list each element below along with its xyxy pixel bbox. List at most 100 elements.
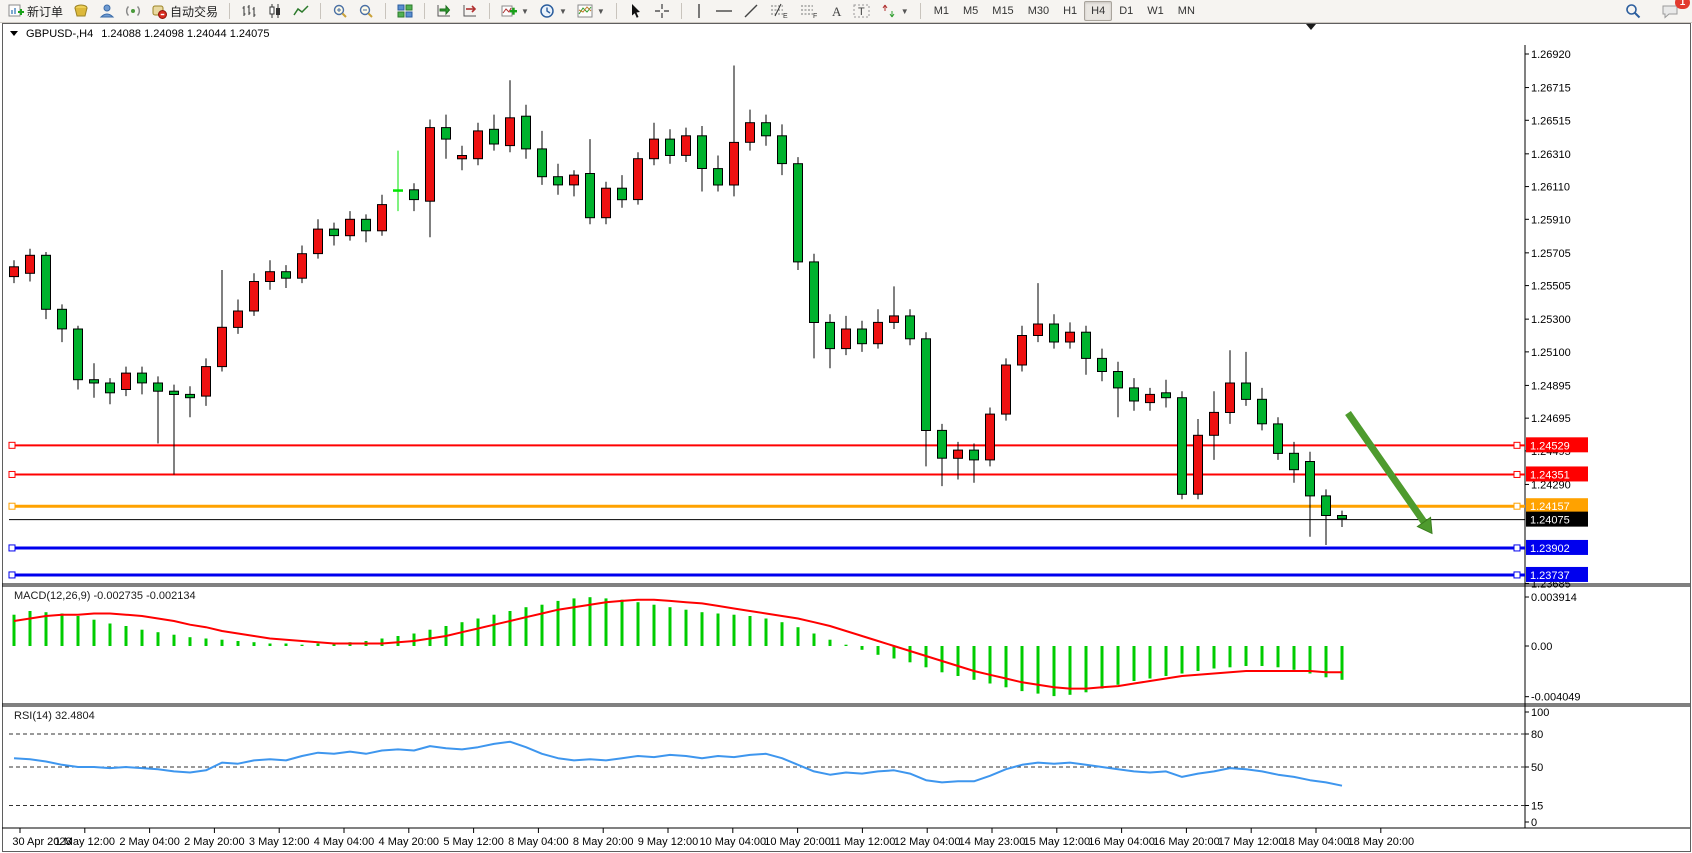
fibonacci-expansion-icon: F bbox=[799, 3, 819, 19]
line-handle[interactable] bbox=[9, 545, 15, 551]
horizontal-line-button[interactable] bbox=[710, 0, 738, 22]
toolbar-group-objects: E F A T ▼ bbox=[685, 0, 917, 22]
line-handle[interactable] bbox=[1514, 545, 1520, 551]
price-axis-label: 1.26920 bbox=[1531, 49, 1571, 61]
line-handle[interactable] bbox=[9, 471, 15, 477]
price-line-label: 1.23737 bbox=[1530, 570, 1570, 582]
timeframe-button-D1[interactable]: D1 bbox=[1112, 1, 1140, 21]
time-axis-label: 14 May 23:00 bbox=[959, 836, 1026, 848]
line-handle[interactable] bbox=[9, 503, 15, 509]
chart-shift-icon bbox=[462, 3, 478, 19]
svg-text:E: E bbox=[783, 13, 788, 19]
window-menu-arrow-icon[interactable] bbox=[10, 31, 18, 36]
tile-windows-button[interactable] bbox=[392, 0, 418, 22]
zoom-in-button[interactable] bbox=[327, 0, 353, 22]
indicators-button[interactable]: ▼ bbox=[496, 0, 534, 22]
indicators-icon bbox=[501, 3, 517, 19]
timeframe-group: M1M5M15M30H1H4D1W1MN bbox=[924, 0, 1205, 22]
timeframe-button-H1[interactable]: H1 bbox=[1056, 1, 1084, 21]
price-axis-label: 1.25300 bbox=[1531, 314, 1571, 326]
macd-signal-line bbox=[14, 600, 1342, 689]
chart-shift-button[interactable] bbox=[457, 0, 483, 22]
time-axis-label: 4 May 20:00 bbox=[379, 836, 440, 848]
time-axis-label: 16 May 20:00 bbox=[1153, 836, 1220, 848]
horizontal-line-icon bbox=[715, 3, 733, 19]
fibonacci-expansion-button[interactable]: F bbox=[794, 0, 824, 22]
time-axis-label: 9 May 12:00 bbox=[638, 836, 699, 848]
toolbar-separator bbox=[320, 3, 321, 19]
profile-button[interactable] bbox=[94, 0, 120, 22]
timeframe-button-W1[interactable]: W1 bbox=[1140, 1, 1171, 21]
text-icon: A bbox=[829, 3, 843, 19]
macd-indicator-label: MACD(12,26,9) -0.002735 -0.002134 bbox=[14, 590, 196, 602]
fibonacci-button[interactable]: E bbox=[764, 0, 794, 22]
templates-button[interactable]: ▼ bbox=[572, 0, 610, 22]
crosshair-button[interactable] bbox=[649, 0, 675, 22]
chart-plot[interactable]: 1.269201.267151.265151.263101.261101.259… bbox=[0, 45, 1692, 853]
notification-badge: 1 bbox=[1675, 0, 1690, 9]
line-chart-icon bbox=[293, 3, 309, 19]
trendline-button[interactable] bbox=[738, 0, 764, 22]
mt4-terminal: { "toolbar": { "new_order_label": "新订单",… bbox=[0, 0, 1692, 853]
signal-button[interactable] bbox=[120, 0, 146, 22]
auto-scroll-icon bbox=[436, 3, 452, 19]
svg-text:A: A bbox=[832, 4, 842, 19]
periods-icon bbox=[539, 3, 555, 19]
time-axis-label: 11 May 12:00 bbox=[829, 836, 895, 848]
chart-shift-marker[interactable] bbox=[1306, 24, 1316, 30]
line-handle[interactable] bbox=[1514, 471, 1520, 477]
timeframe-button-M15[interactable]: M15 bbox=[985, 1, 1020, 21]
price-axis-label: 1.26515 bbox=[1531, 115, 1571, 127]
line-handle[interactable] bbox=[1514, 442, 1520, 448]
arrange-objects-button[interactable]: ▼ bbox=[876, 0, 914, 22]
price-axis-label: 1.24695 bbox=[1531, 413, 1571, 425]
price-line-label: 1.24351 bbox=[1530, 469, 1570, 481]
line-handle[interactable] bbox=[1514, 572, 1520, 578]
line-handle[interactable] bbox=[9, 442, 15, 448]
candlestick-series bbox=[10, 66, 1347, 546]
time-axis-label: 4 May 04:00 bbox=[314, 836, 375, 848]
text-button[interactable]: A bbox=[824, 0, 848, 22]
search-button[interactable] bbox=[1620, 0, 1646, 22]
timeframe-button-H4[interactable]: H4 bbox=[1084, 1, 1112, 21]
timeframe-button-MN[interactable]: MN bbox=[1171, 1, 1202, 21]
time-axis-label: 2 May 20:00 bbox=[184, 836, 245, 848]
line-handle[interactable] bbox=[9, 572, 15, 578]
auto-trading-icon bbox=[151, 3, 167, 19]
line-handle[interactable] bbox=[1514, 503, 1520, 509]
rsi-axis-label: 50 bbox=[1531, 762, 1543, 774]
timeframe-button-M30[interactable]: M30 bbox=[1021, 1, 1056, 21]
price-axis-label: 1.26310 bbox=[1531, 149, 1571, 161]
time-axis-label: 8 May 20:00 bbox=[573, 836, 634, 848]
rsi-axis-label: 15 bbox=[1531, 801, 1543, 813]
bar-chart-icon bbox=[241, 3, 257, 19]
styler-button[interactable] bbox=[68, 0, 94, 22]
vertical-line-button[interactable] bbox=[688, 0, 710, 22]
text-label-button[interactable]: T bbox=[848, 0, 876, 22]
auto-trading-label: 自动交易 bbox=[170, 3, 218, 20]
price-axis-label: 1.25910 bbox=[1531, 214, 1571, 226]
price-axis-label: 1.26715 bbox=[1531, 83, 1571, 95]
price-line-label: 1.24075 bbox=[1530, 515, 1570, 527]
macd-name: MACD(12,26,9) bbox=[14, 590, 90, 602]
toolbar-group-chart-type bbox=[233, 0, 317, 22]
zoom-out-button[interactable] bbox=[353, 0, 379, 22]
macd-values: -0.002735 -0.002134 bbox=[93, 590, 195, 602]
toolbar-separator bbox=[385, 3, 386, 19]
line-chart-button[interactable] bbox=[288, 0, 314, 22]
auto-trading-button[interactable]: 自动交易 bbox=[146, 0, 223, 22]
cursor-button[interactable] bbox=[623, 0, 649, 22]
auto-scroll-button[interactable] bbox=[431, 0, 457, 22]
new-order-icon bbox=[8, 3, 24, 19]
timeframe-button-M1[interactable]: M1 bbox=[927, 1, 956, 21]
timeframe-button-M5[interactable]: M5 bbox=[956, 1, 985, 21]
signal-icon bbox=[125, 3, 141, 19]
candlestick-button[interactable] bbox=[262, 0, 288, 22]
price-axis-label: 1.24895 bbox=[1531, 380, 1571, 392]
chart-symbol-period: GBPUSD-,H4 bbox=[26, 28, 93, 40]
notifications-button[interactable]: 1 bbox=[1656, 0, 1684, 22]
cursor-icon bbox=[628, 3, 644, 19]
new-order-button[interactable]: 新订单 bbox=[3, 0, 68, 22]
periods-button[interactable]: ▼ bbox=[534, 0, 572, 22]
bar-chart-button[interactable] bbox=[236, 0, 262, 22]
